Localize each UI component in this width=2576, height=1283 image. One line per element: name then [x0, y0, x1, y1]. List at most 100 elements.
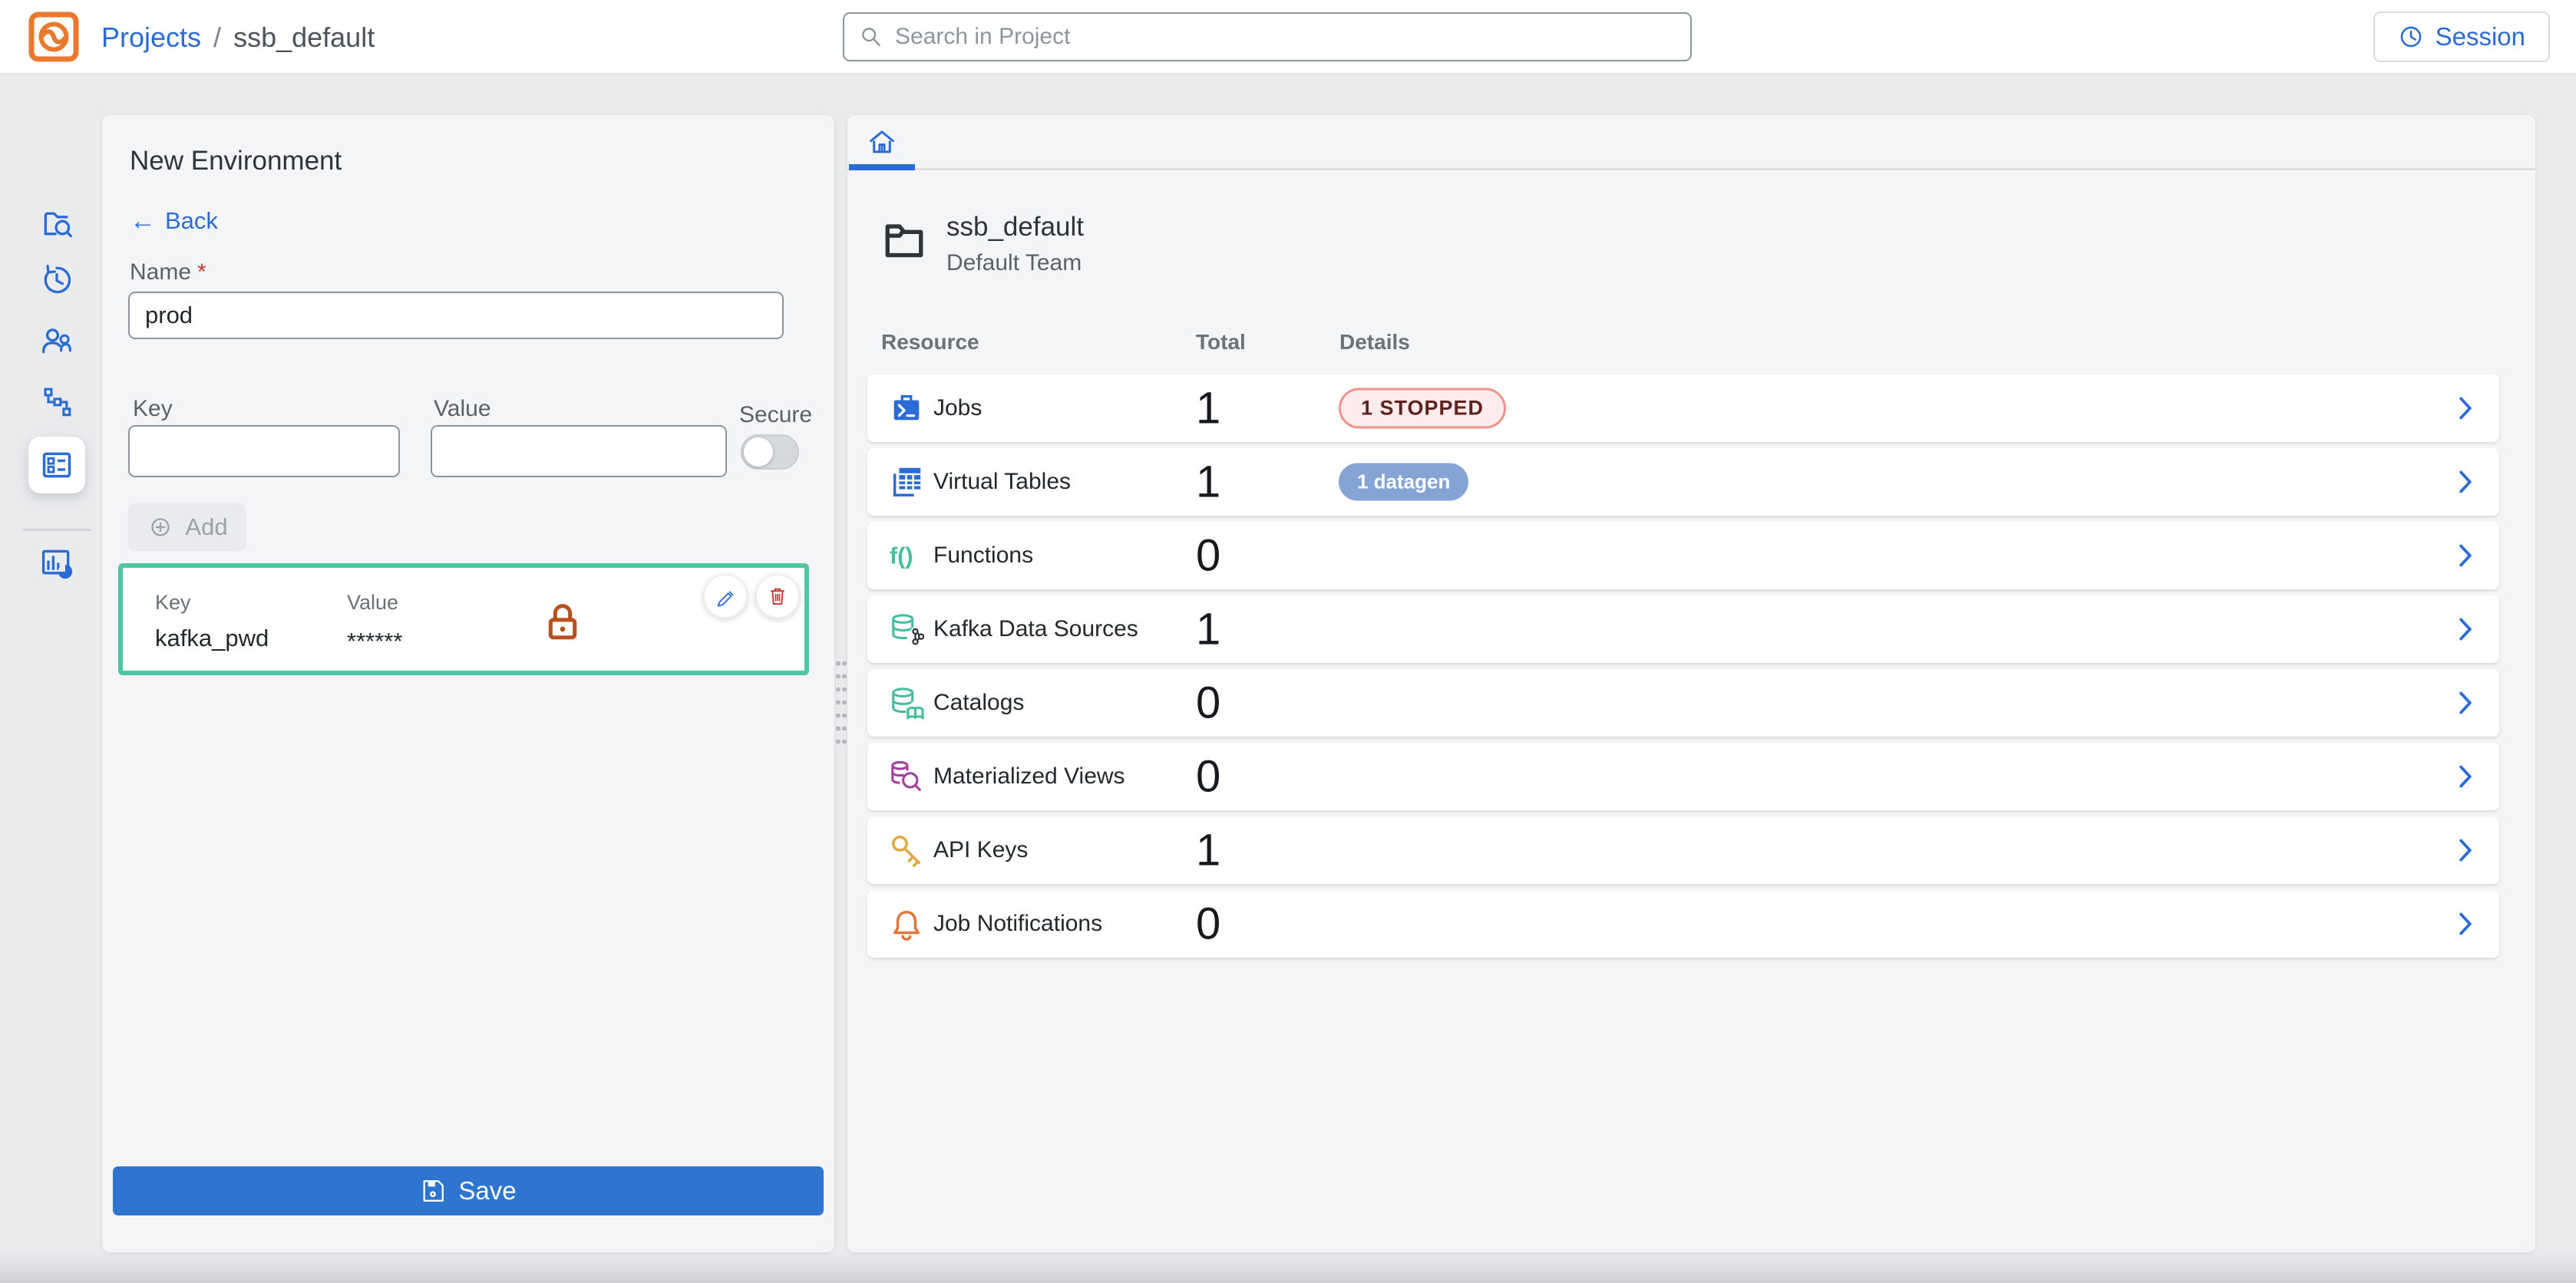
back-link[interactable]: ← Back — [130, 207, 218, 235]
value-field[interactable] — [431, 425, 727, 477]
folder-icon — [882, 216, 926, 262]
kafka-icon — [889, 612, 924, 647]
resource-row[interactable]: API Keys 1 — [867, 816, 2499, 884]
chevron-right-icon[interactable] — [2450, 835, 2481, 866]
edit-env-var-button[interactable] — [703, 574, 748, 618]
column-details: Details — [1339, 330, 1410, 355]
chevron-right-icon[interactable] — [2450, 761, 2481, 792]
environments-icon — [40, 448, 74, 482]
name-field[interactable] — [128, 292, 784, 339]
delete-env-var-button[interactable] — [755, 574, 800, 618]
panel-resize-handle[interactable] — [835, 657, 847, 750]
secure-label: Secure — [739, 402, 812, 428]
session-button[interactable]: Session — [2373, 12, 2550, 62]
breadcrumb: Projects / ssb_default — [101, 0, 375, 74]
flow-icon — [40, 384, 74, 418]
resource-row[interactable]: Kafka Data Sources 1 — [867, 595, 2499, 663]
resource-label: Jobs — [933, 395, 982, 421]
chevron-right-icon[interactable] — [2450, 467, 2481, 497]
app-logo-icon[interactable] — [28, 11, 80, 63]
breadcrumb-projects-link[interactable]: Projects — [101, 21, 201, 54]
home-icon — [867, 128, 897, 157]
resource-label: Kafka Data Sources — [933, 616, 1138, 642]
sidebar-item-monitoring[interactable] — [28, 535, 85, 592]
name-label: Name* — [130, 259, 206, 285]
env-var-key: kafka_pwd — [155, 625, 269, 652]
resource-row[interactable]: Virtual Tables 1 1 datagen — [867, 448, 2499, 516]
chevron-right-icon[interactable] — [2450, 688, 2481, 718]
catalogs-icon — [889, 685, 924, 721]
sidebar-item-teams[interactable] — [28, 313, 85, 370]
monitoring-icon — [40, 546, 74, 580]
search-icon — [858, 24, 884, 50]
tab-strip — [847, 115, 2535, 170]
save-icon — [420, 1178, 446, 1204]
value-label: Value — [434, 396, 491, 422]
resource-row[interactable]: Catalogs 0 — [867, 669, 2499, 737]
key-field[interactable] — [128, 425, 400, 477]
resource-label: Materialized Views — [933, 764, 1125, 790]
resource-rows: Jobs 1 1 STOPPED Virtual Tables 1 1 data… — [867, 374, 2499, 964]
sidebar-item-flow[interactable] — [28, 373, 85, 430]
resource-row[interactable]: Materialized Views 0 — [867, 743, 2499, 810]
resource-label: Job Notifications — [933, 911, 1102, 937]
project-name: ssb_default — [946, 212, 1084, 242]
env-var-card[interactable]: Key kafka_pwd Value ****** — [118, 563, 809, 675]
project-team: Default Team — [946, 250, 1084, 276]
lock-icon — [540, 599, 585, 643]
resource-total: 1 — [1196, 457, 1220, 508]
detail-badge: 1 datagen — [1339, 463, 1468, 501]
required-marker: * — [197, 259, 206, 285]
api-keys-icon — [889, 833, 924, 868]
secure-toggle[interactable] — [741, 434, 799, 470]
notifications-icon — [889, 906, 924, 942]
materialized-views-icon — [889, 759, 924, 794]
trash-icon — [766, 585, 789, 608]
resource-total: 1 — [1196, 604, 1220, 655]
jobs-icon — [889, 391, 924, 426]
chevron-right-icon[interactable] — [2450, 909, 2481, 939]
active-tab-underline — [849, 164, 915, 170]
resource-row[interactable]: Functions 0 — [867, 522, 2499, 589]
resource-total: 0 — [1196, 530, 1220, 582]
column-total: Total — [1196, 330, 1246, 355]
env-var-value-label: Value — [347, 591, 398, 615]
resource-total: 1 — [1196, 825, 1220, 876]
virtual-tables-icon — [889, 464, 924, 500]
clock-icon — [2398, 24, 2424, 50]
project-explorer-icon — [40, 207, 74, 241]
back-arrow-icon: ← — [130, 208, 156, 234]
panel-title: New Environment — [130, 146, 342, 176]
breadcrumb-current: ssb_default — [233, 21, 375, 54]
resource-row[interactable]: Jobs 1 1 STOPPED — [867, 374, 2499, 442]
project-overview-panel: ssb_default Default Team Resource Total … — [847, 115, 2535, 1252]
resource-row[interactable]: Job Notifications 0 — [867, 890, 2499, 958]
breadcrumb-separator: / — [213, 21, 221, 54]
key-label: Key — [133, 396, 173, 422]
history-icon — [40, 263, 74, 297]
app-header: Projects / ssb_default Session — [0, 0, 2576, 74]
functions-icon — [889, 538, 924, 573]
resource-total: 0 — [1196, 751, 1220, 803]
chevron-right-icon[interactable] — [2450, 393, 2481, 424]
tab-home[interactable] — [849, 115, 915, 170]
resource-total: 0 — [1196, 678, 1220, 729]
env-var-masked-value: ****** — [347, 628, 402, 655]
add-button[interactable]: Add — [128, 503, 246, 551]
secure-toggle-knob — [744, 437, 773, 467]
add-label: Add — [185, 513, 227, 541]
chevron-right-icon[interactable] — [2450, 540, 2481, 571]
sidebar-item-environments[interactable] — [28, 437, 85, 493]
session-label: Session — [2436, 22, 2525, 51]
resource-label: Functions — [933, 543, 1033, 569]
resource-total: 0 — [1196, 899, 1220, 950]
circle-plus-icon — [147, 513, 174, 541]
resource-total: 1 — [1196, 383, 1220, 434]
save-button[interactable]: Save — [113, 1166, 824, 1215]
sidebar-item-history[interactable] — [28, 252, 85, 308]
chevron-right-icon[interactable] — [2450, 614, 2481, 645]
back-label: Back — [165, 207, 218, 235]
sidebar-item-project-explorer[interactable] — [28, 196, 85, 252]
search-input[interactable] — [895, 24, 1676, 50]
pencil-icon — [714, 585, 737, 608]
